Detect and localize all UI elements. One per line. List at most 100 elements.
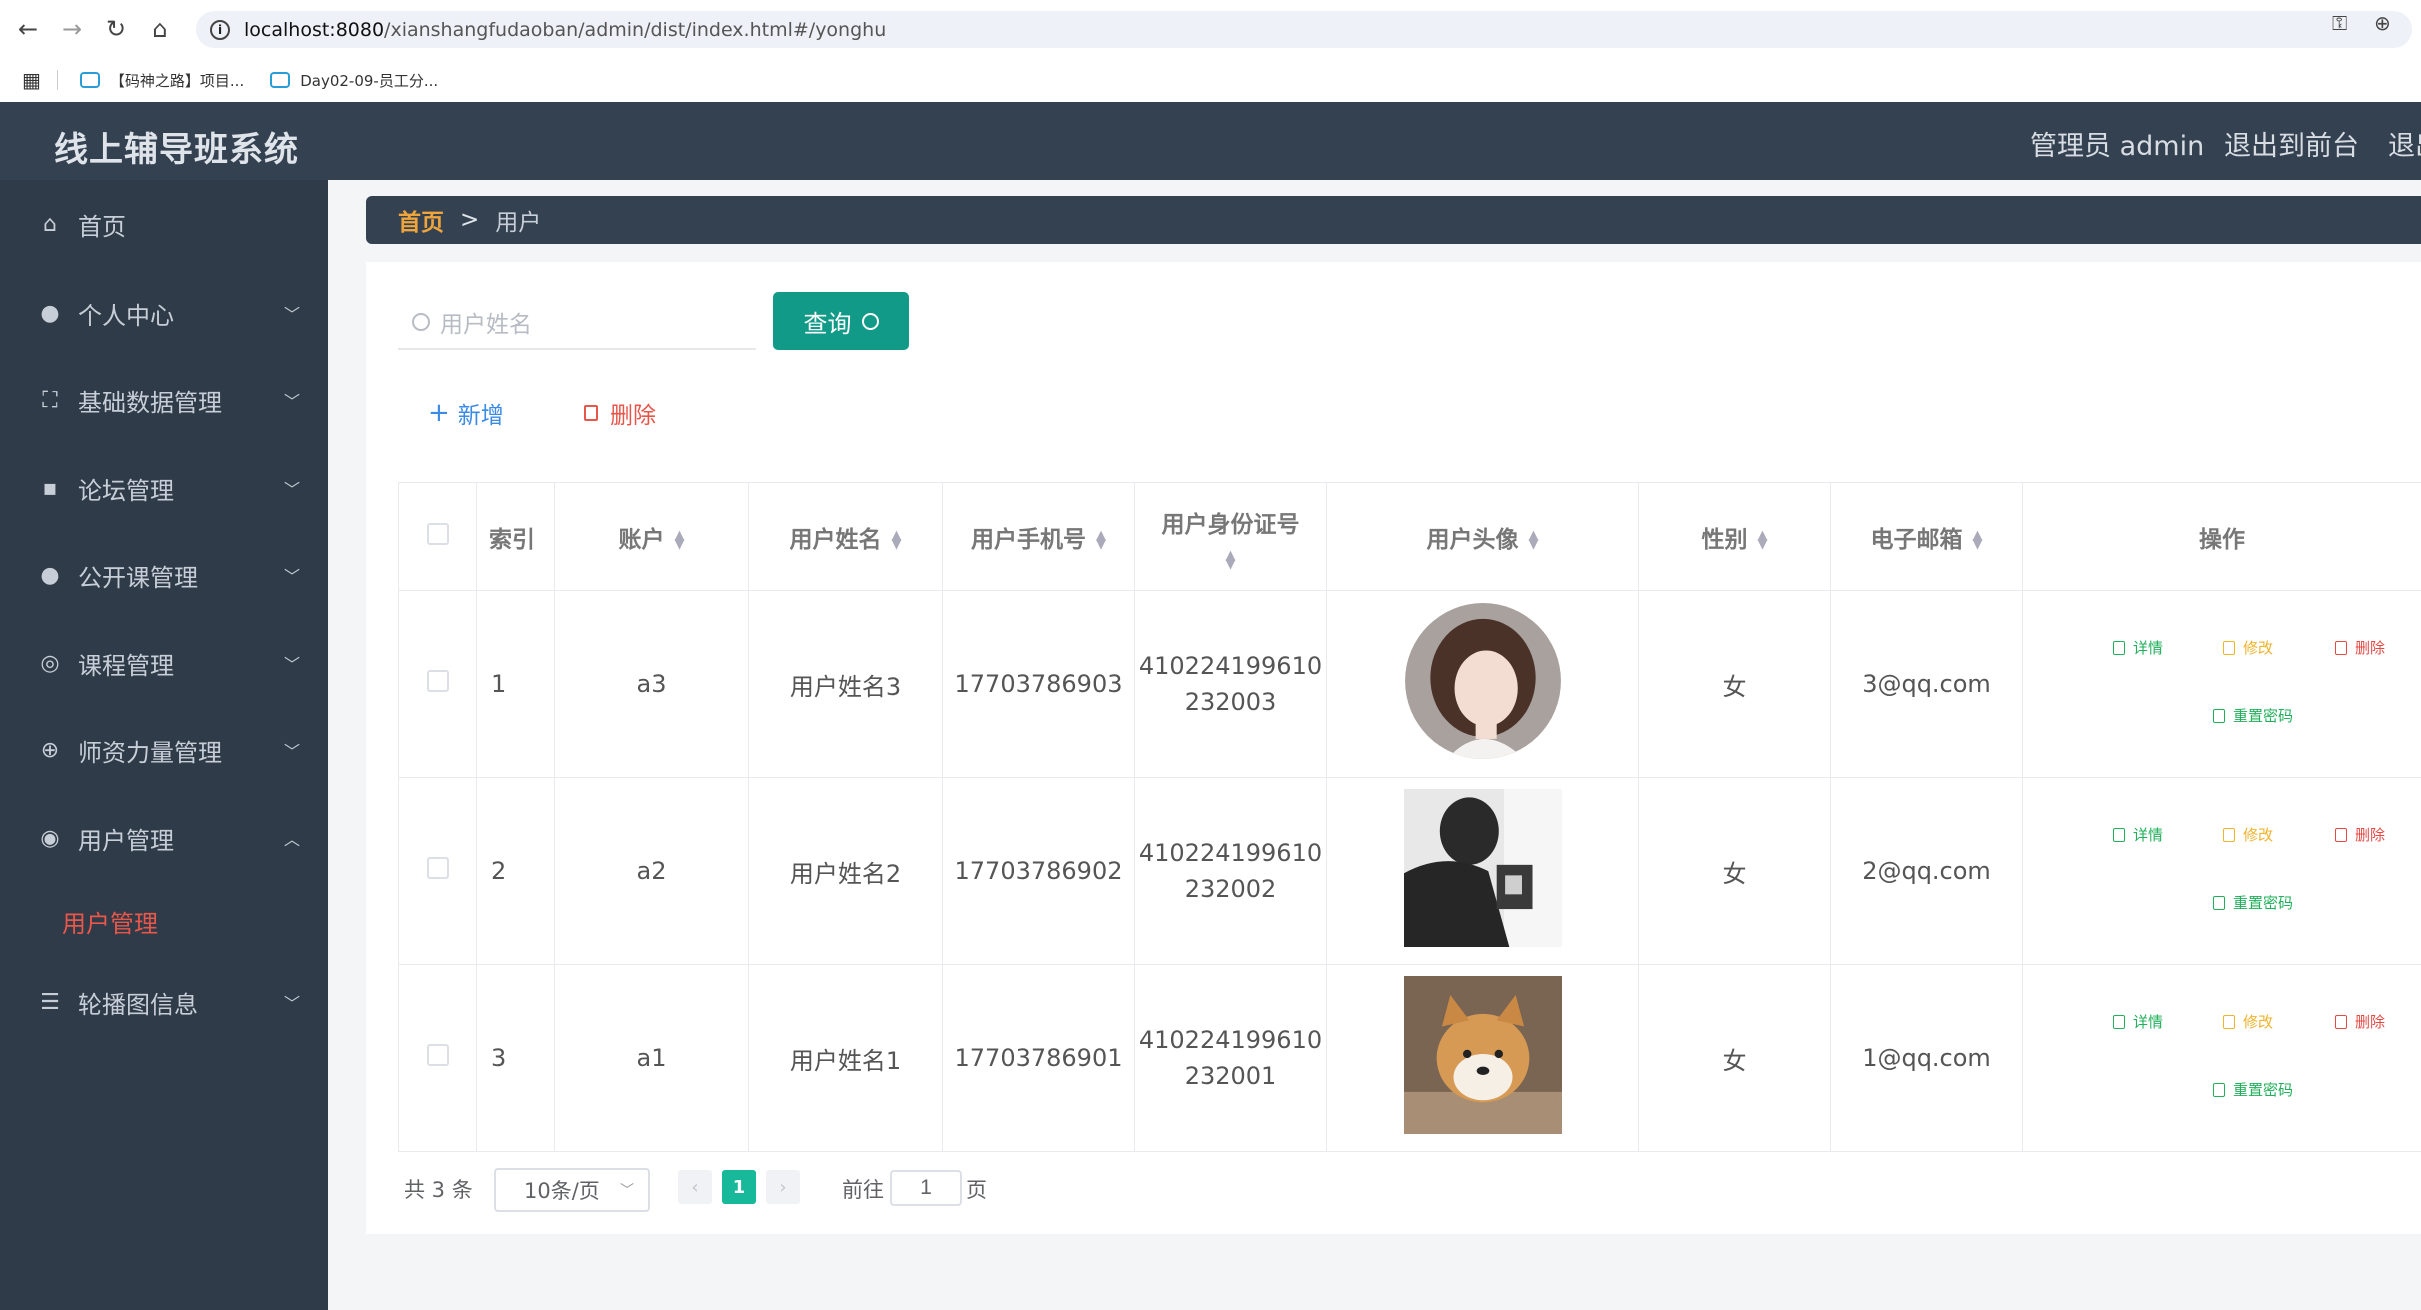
sidebar-item-users[interactable]: ◉ 用户管理 ︿: [0, 808, 328, 868]
edit-label: 修改: [2243, 639, 2274, 657]
goto-page-input[interactable]: [890, 1170, 962, 1206]
add-button[interactable]: + 新增: [428, 396, 504, 430]
col-actions-label: 操作: [2199, 526, 2245, 553]
query-button-label: 查询: [803, 310, 852, 338]
sort-icon[interactable]: ▲ ▼: [675, 529, 685, 551]
address-bar[interactable]: i localhost:8080/xianshangfudaoban/admin…: [196, 11, 2412, 48]
select-all-checkbox[interactable]: [426, 522, 449, 545]
next-page-button[interactable]: ›: [766, 1170, 800, 1204]
idcard-part: 410224199610: [1138, 839, 1323, 867]
site-info-icon[interactable]: i: [210, 19, 230, 40]
row-checkbox[interactable]: [426, 670, 449, 692]
avatar[interactable]: [1403, 976, 1562, 1134]
sidebar-item-label: 论坛管理: [78, 476, 174, 505]
edit-label: 修改: [2243, 826, 2274, 844]
edit-button[interactable]: 修改: [2223, 1011, 2273, 1032]
logout-link[interactable]: 退出: [2388, 124, 2421, 163]
col-phone[interactable]: 用户手机号 ▲ ▼: [942, 482, 1135, 591]
detail-button[interactable]: 详情: [2113, 824, 2163, 845]
sort-icon[interactable]: ▲ ▼: [1226, 549, 1236, 571]
row-delete-button[interactable]: 删除: [2335, 637, 2385, 658]
sidebar-item-label: 首页: [78, 212, 126, 241]
cell-avatar: [1326, 964, 1639, 1152]
forward-icon[interactable]: →: [50, 0, 94, 58]
edit-icon: [2223, 640, 2235, 655]
cell-index: 3: [476, 964, 555, 1152]
query-button[interactable]: 查询: [773, 292, 909, 350]
idcard-part: 232002: [1184, 875, 1277, 903]
compass-icon: ◎: [40, 650, 60, 676]
row-delete-label: 删除: [2355, 639, 2386, 657]
edit-icon: [2223, 1014, 2235, 1029]
row-select-cell: [398, 964, 477, 1152]
sort-icon[interactable]: ▲ ▼: [1973, 529, 1983, 551]
url-host: localhost:8080: [244, 18, 385, 41]
back-icon[interactable]: ←: [6, 0, 50, 58]
search-input[interactable]: 用户姓名: [398, 296, 756, 350]
sidebar-item-forum[interactable]: ▪ 论坛管理 ﹀: [0, 458, 328, 518]
col-name[interactable]: 用户姓名 ▲ ▼: [748, 482, 943, 591]
row-delete-button[interactable]: 删除: [2335, 824, 2385, 845]
key-icon[interactable]: ⚿: [2332, 11, 2347, 35]
sidebar-item-course[interactable]: ◎ 课程管理 ﹀: [0, 633, 328, 693]
zoom-icon[interactable]: ⊕: [2374, 11, 2391, 35]
search-icon: [412, 313, 430, 331]
bookmarks-bar: ▦ 【码神之路】项目... Day02-09-员工分...: [0, 58, 2421, 102]
page-number[interactable]: 1: [722, 1170, 756, 1204]
sort-icon[interactable]: ▲ ▼: [1529, 529, 1539, 551]
col-gender[interactable]: 性别 ▲ ▼: [1638, 482, 1831, 591]
doc-icon: [2213, 895, 2225, 910]
col-idcard[interactable]: 用户身份证号 ▲ ▼: [1134, 482, 1327, 591]
cell-phone: 17703786901: [942, 964, 1135, 1152]
doc-icon: [2113, 827, 2125, 842]
detail-button[interactable]: 详情: [2113, 1011, 2163, 1032]
chevron-up-icon: ︿: [283, 830, 300, 849]
edit-button[interactable]: 修改: [2223, 824, 2273, 845]
bilibili-icon: [79, 72, 100, 88]
detail-label: 详情: [2133, 1013, 2164, 1031]
avatar[interactable]: [1404, 602, 1562, 760]
sort-icon[interactable]: ▲ ▼: [892, 529, 902, 551]
detail-button[interactable]: 详情: [2113, 637, 2163, 658]
prev-page-button[interactable]: ‹: [678, 1170, 712, 1204]
page-size-select[interactable]: 10条/页 ﹀: [494, 1168, 650, 1212]
apps-grid-icon[interactable]: ▦: [22, 68, 41, 92]
sidebar-item-carousel[interactable]: ☰ 轮播图信息 ﹀: [0, 972, 328, 1032]
sort-icon[interactable]: ▲ ▼: [1096, 529, 1106, 551]
cell-avatar: [1326, 777, 1639, 965]
avatar[interactable]: [1403, 789, 1562, 947]
reset-password-button[interactable]: 重置密码: [2213, 705, 2293, 726]
breadcrumb-home[interactable]: 首页: [398, 203, 444, 237]
detail-label: 详情: [2133, 639, 2164, 657]
sort-icon[interactable]: ▲ ▼: [1758, 529, 1768, 551]
row-checkbox[interactable]: [426, 1044, 449, 1066]
col-account[interactable]: 账户 ▲ ▼: [554, 482, 749, 591]
sidebar-item-public-course[interactable]: ● 公开课管理 ﹀: [0, 545, 328, 605]
delete-button[interactable]: 删除: [584, 396, 656, 430]
idcard-part: 232001: [1184, 1062, 1277, 1090]
doc-icon: [2213, 708, 2225, 723]
search-icon: [861, 312, 879, 330]
doc-icon: [2113, 640, 2125, 655]
row-checkbox[interactable]: [426, 857, 449, 879]
bookmark-item[interactable]: 【码神之路】项目...: [79, 70, 244, 91]
reset-password-button[interactable]: 重置密码: [2213, 892, 2293, 913]
cell-avatar: [1326, 590, 1639, 778]
sidebar-item-personal[interactable]: ● 个人中心 ﹀: [0, 283, 328, 343]
sidebar-item-teachers[interactable]: ⊕ 师资力量管理 ﹀: [0, 720, 328, 780]
browser-home-icon[interactable]: ⌂: [138, 0, 182, 58]
col-avatar[interactable]: 用户头像 ▲ ▼: [1326, 482, 1639, 591]
col-index-label: 索引: [489, 526, 535, 553]
table-row: 2 a2 用户姓名2 17703786902 410224199610 23200…: [398, 777, 2421, 965]
sidebar-subitem-user-management[interactable]: 用户管理: [62, 904, 158, 939]
bookmark-item[interactable]: Day02-09-员工分...: [270, 70, 438, 91]
row-delete-button[interactable]: 删除: [2335, 1011, 2385, 1032]
col-email[interactable]: 电子邮箱 ▲ ▼: [1830, 482, 2023, 591]
sidebar-item-home[interactable]: ⌂ 首页: [0, 194, 328, 254]
edit-button[interactable]: 修改: [2223, 637, 2273, 658]
reset-password-button[interactable]: 重置密码: [2213, 1079, 2293, 1100]
sidebar-item-basic-data[interactable]: ⛶ 基础数据管理 ﹀: [0, 370, 328, 430]
reload-icon[interactable]: ↻: [94, 0, 138, 58]
to-front-link[interactable]: 退出到前台: [2224, 124, 2359, 163]
row-select-cell: [398, 777, 477, 965]
